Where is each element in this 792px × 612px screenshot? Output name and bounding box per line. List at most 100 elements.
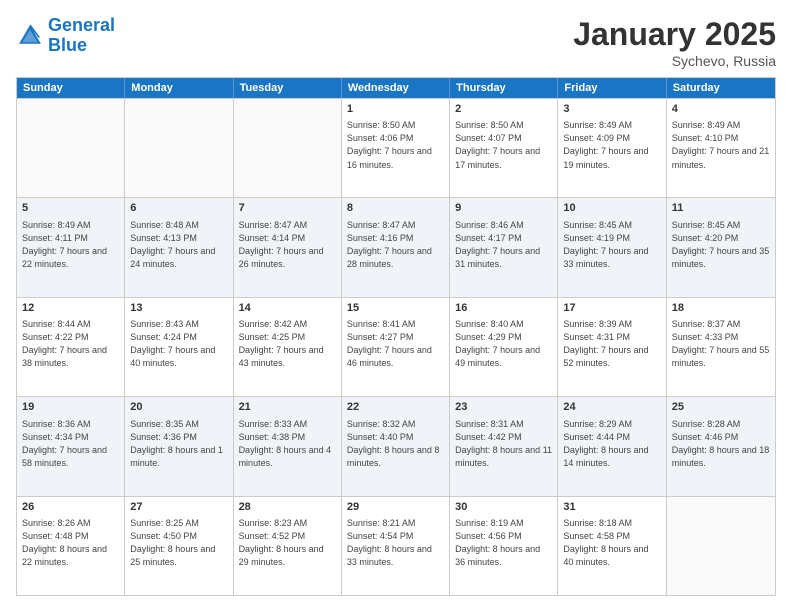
calendar-cell: 13 Sunrise: 8:43 AM Sunset: 4:24 PM Dayli… [125,298,233,396]
calendar-cell: 2 Sunrise: 8:50 AM Sunset: 4:07 PM Daylig… [450,99,558,197]
cell-info: Sunrise: 8:39 AM Sunset: 4:31 PM Dayligh… [563,318,660,370]
calendar-cell: 24 Sunrise: 8:29 AM Sunset: 4:44 PM Dayli… [558,397,666,495]
calendar-row: 26 Sunrise: 8:26 AM Sunset: 4:48 PM Dayli… [17,496,775,595]
day-number: 15 [347,301,444,316]
calendar-cell: 5 Sunrise: 8:49 AM Sunset: 4:11 PM Daylig… [17,198,125,296]
day-number: 31 [563,500,660,515]
calendar-cell: 31 Sunrise: 8:18 AM Sunset: 4:58 PM Dayli… [558,497,666,595]
calendar-cell: 7Sunrise: 8:47 AM Sunset: 4:14 PM Daylig… [234,198,342,296]
cell-info: Sunrise: 8:23 AM Sunset: 4:52 PM Dayligh… [239,517,336,569]
logo-text: General Blue [48,16,115,56]
day-number: 19 [22,400,119,415]
cell-info: Sunrise: 8:40 AM Sunset: 4:29 PM Dayligh… [455,318,552,370]
page: General Blue January 2025 Sychevo, Russi… [0,0,792,612]
day-number: 7 [239,201,336,216]
logo: General Blue [16,16,115,56]
cell-info: Sunrise: 8:37 AM Sunset: 4:33 PM Dayligh… [672,318,770,370]
day-number: 20 [130,400,227,415]
day-number: 16 [455,301,552,316]
calendar-cell: 1 Sunrise: 8:50 AM Sunset: 4:06 PM Daylig… [342,99,450,197]
calendar-header-cell: Friday [558,78,666,98]
calendar-cell: 20 Sunrise: 8:35 AM Sunset: 4:36 PM Dayli… [125,397,233,495]
cell-info: Sunrise: 8:44 AM Sunset: 4:22 PM Dayligh… [22,318,119,370]
cell-info: Sunrise: 8:49 AM Sunset: 4:10 PM Dayligh… [672,119,770,171]
calendar-cell: 6Sunrise: 8:48 AM Sunset: 4:13 PM Daylig… [125,198,233,296]
calendar-cell: 17 Sunrise: 8:39 AM Sunset: 4:31 PM Dayli… [558,298,666,396]
cell-info: Sunrise: 8:49 AM Sunset: 4:09 PM Dayligh… [563,119,660,171]
day-number: 11 [672,201,770,216]
cell-info: Sunrise: 8:50 AM Sunset: 4:06 PM Dayligh… [347,119,444,171]
calendar-cell: 22 Sunrise: 8:32 AM Sunset: 4:40 PM Dayli… [342,397,450,495]
cell-info: Sunrise: 8:26 AM Sunset: 4:48 PM Dayligh… [22,517,119,569]
calendar-cell: 19 Sunrise: 8:36 AM Sunset: 4:34 PM Dayli… [17,397,125,495]
cell-info: Sunrise: 8:28 AM Sunset: 4:46 PM Dayligh… [672,418,770,470]
day-number: 18 [672,301,770,316]
calendar-cell [234,99,342,197]
day-number: 22 [347,400,444,415]
logo-icon [16,22,44,50]
cell-info: Sunrise: 8:49 AM Sunset: 4:11 PM Dayligh… [22,219,119,271]
cell-info: Sunrise: 8:18 AM Sunset: 4:58 PM Dayligh… [563,517,660,569]
cell-info: Sunrise: 8:45 AM Sunset: 4:20 PM Dayligh… [672,219,770,271]
calendar-body: 1 Sunrise: 8:50 AM Sunset: 4:06 PM Daylig… [17,98,775,595]
calendar-row: 5 Sunrise: 8:49 AM Sunset: 4:11 PM Daylig… [17,197,775,296]
calendar-cell [667,497,775,595]
day-number: 29 [347,500,444,515]
calendar-header-cell: Wednesday [342,78,450,98]
calendar-cell: 27 Sunrise: 8:25 AM Sunset: 4:50 PM Dayli… [125,497,233,595]
month-title: January 2025 [573,16,776,53]
calendar-cell: 14Sunrise: 8:42 AM Sunset: 4:25 PM Dayli… [234,298,342,396]
day-number: 8 [347,201,444,216]
calendar-header-cell: Tuesday [234,78,342,98]
calendar-cell: 12 Sunrise: 8:44 AM Sunset: 4:22 PM Dayli… [17,298,125,396]
cell-info: Sunrise: 8:47 AM Sunset: 4:16 PM Dayligh… [347,219,444,271]
calendar-cell: 26 Sunrise: 8:26 AM Sunset: 4:48 PM Dayli… [17,497,125,595]
day-number: 23 [455,400,552,415]
calendar-cell: 10Sunrise: 8:45 AM Sunset: 4:19 PM Dayli… [558,198,666,296]
cell-info: Sunrise: 8:29 AM Sunset: 4:44 PM Dayligh… [563,418,660,470]
calendar-cell: 16 Sunrise: 8:40 AM Sunset: 4:29 PM Dayli… [450,298,558,396]
cell-info: Sunrise: 8:35 AM Sunset: 4:36 PM Dayligh… [130,418,227,470]
day-number: 17 [563,301,660,316]
cell-info: Sunrise: 8:25 AM Sunset: 4:50 PM Dayligh… [130,517,227,569]
cell-info: Sunrise: 8:33 AM Sunset: 4:38 PM Dayligh… [239,418,336,470]
day-number: 28 [239,500,336,515]
calendar-cell: 3Sunrise: 8:49 AM Sunset: 4:09 PM Daylig… [558,99,666,197]
day-number: 9 [455,201,552,216]
calendar-header-row: SundayMondayTuesdayWednesdayThursdayFrid… [17,78,775,98]
cell-info: Sunrise: 8:46 AM Sunset: 4:17 PM Dayligh… [455,219,552,271]
day-number: 24 [563,400,660,415]
calendar-cell: 8 Sunrise: 8:47 AM Sunset: 4:16 PM Daylig… [342,198,450,296]
logo-line2: Blue [48,35,87,55]
cell-info: Sunrise: 8:42 AM Sunset: 4:25 PM Dayligh… [239,318,336,370]
day-number: 26 [22,500,119,515]
cell-info: Sunrise: 8:19 AM Sunset: 4:56 PM Dayligh… [455,517,552,569]
day-number: 10 [563,201,660,216]
cell-info: Sunrise: 8:48 AM Sunset: 4:13 PM Dayligh… [130,219,227,271]
cell-info: Sunrise: 8:50 AM Sunset: 4:07 PM Dayligh… [455,119,552,171]
calendar-row: 12 Sunrise: 8:44 AM Sunset: 4:22 PM Dayli… [17,297,775,396]
day-number: 30 [455,500,552,515]
day-number: 21 [239,400,336,415]
day-number: 27 [130,500,227,515]
day-number: 1 [347,102,444,117]
calendar: SundayMondayTuesdayWednesdayThursdayFrid… [16,77,776,596]
logo-line1: General [48,15,115,35]
day-number: 13 [130,301,227,316]
calendar-cell: 30 Sunrise: 8:19 AM Sunset: 4:56 PM Dayli… [450,497,558,595]
cell-info: Sunrise: 8:41 AM Sunset: 4:27 PM Dayligh… [347,318,444,370]
day-number: 2 [455,102,552,117]
cell-info: Sunrise: 8:31 AM Sunset: 4:42 PM Dayligh… [455,418,552,470]
calendar-cell: 28 Sunrise: 8:23 AM Sunset: 4:52 PM Dayli… [234,497,342,595]
cell-info: Sunrise: 8:43 AM Sunset: 4:24 PM Dayligh… [130,318,227,370]
calendar-cell: 15 Sunrise: 8:41 AM Sunset: 4:27 PM Dayli… [342,298,450,396]
calendar-cell: 4Sunrise: 8:49 AM Sunset: 4:10 PM Daylig… [667,99,775,197]
calendar-row: 19 Sunrise: 8:36 AM Sunset: 4:34 PM Dayli… [17,396,775,495]
calendar-cell: 25Sunrise: 8:28 AM Sunset: 4:46 PM Dayli… [667,397,775,495]
day-number: 12 [22,301,119,316]
calendar-header-cell: Saturday [667,78,775,98]
day-number: 5 [22,201,119,216]
cell-info: Sunrise: 8:36 AM Sunset: 4:34 PM Dayligh… [22,418,119,470]
cell-info: Sunrise: 8:32 AM Sunset: 4:40 PM Dayligh… [347,418,444,470]
calendar-cell: 11 Sunrise: 8:45 AM Sunset: 4:20 PM Dayli… [667,198,775,296]
